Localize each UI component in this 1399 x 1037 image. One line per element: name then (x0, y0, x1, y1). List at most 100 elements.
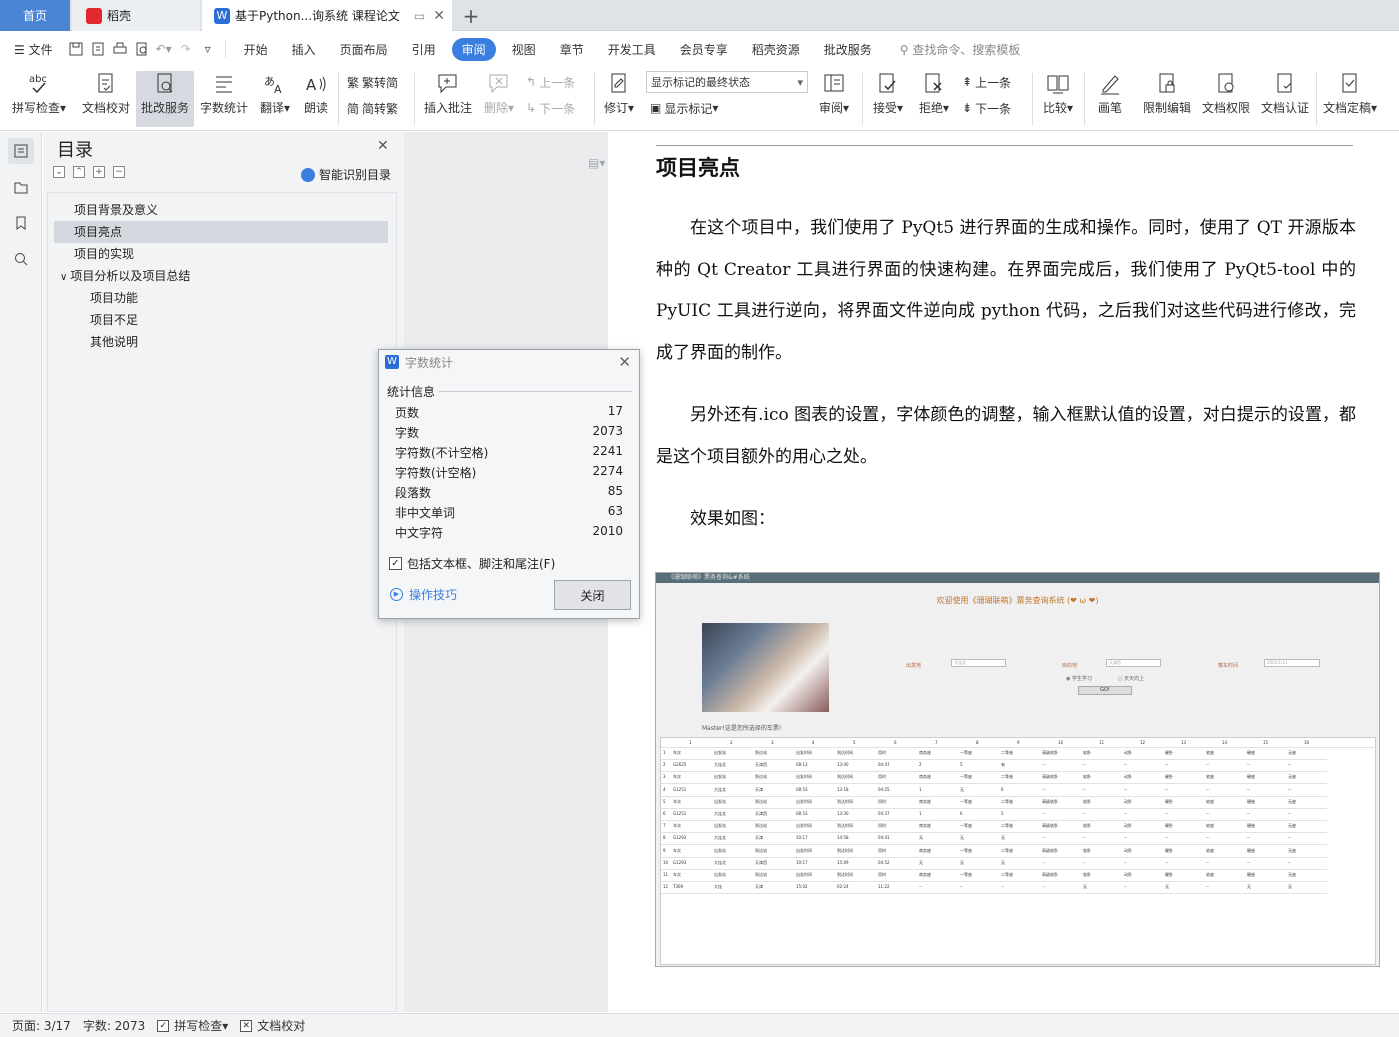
insert-comment-button[interactable]: 插入批注 (422, 71, 474, 127)
toc-item[interactable]: 项目背景及意义 (74, 199, 384, 221)
grid-cell: 02:24 (837, 884, 849, 890)
menu-item-dev-tools[interactable]: 开发工具 (596, 41, 668, 58)
outline-icon[interactable] (8, 138, 34, 164)
page-options-icon[interactable]: ▤▾ (588, 156, 605, 170)
new-tab-button[interactable]: + (458, 0, 484, 31)
close-icon[interactable]: ✕ (377, 138, 389, 154)
tips-link[interactable]: ▶ 操作技巧 (390, 586, 457, 603)
heart-icon: ❤ (1070, 596, 1077, 605)
shot-from-input: 大连北 (951, 659, 1006, 667)
menu-item-start[interactable]: 开始 (232, 41, 280, 58)
stat-row: 中文字符 2010 (395, 524, 623, 544)
collapse-all-icon[interactable]: ⌄ (53, 166, 65, 178)
mark-state-select[interactable]: 显示标记的最终状态 ▾ (646, 71, 808, 93)
export-pdf-icon[interactable] (87, 38, 109, 60)
tab-home[interactable]: 首页 (0, 0, 70, 31)
menu-item-correction[interactable]: 批改服务 (812, 41, 884, 58)
grid-cell: 软座 (1206, 847, 1214, 853)
demote-icon[interactable]: − (113, 166, 125, 178)
grid-cell: 用时 (878, 774, 886, 780)
reject-button[interactable]: 拒绝▾ (914, 71, 954, 127)
command-search[interactable]: ⚲ 查找命令、搜索模板 (900, 41, 1021, 58)
menu-item-layout[interactable]: 页面布局 (328, 41, 400, 58)
redo-icon[interactable]: ↷ (175, 38, 197, 60)
undo-icon[interactable]: ↶▾ (153, 38, 175, 60)
menu-item-member[interactable]: 会员专享 (668, 41, 740, 58)
menu-item-view[interactable]: 视图 (500, 41, 548, 58)
menu-item-daoke-resources[interactable]: 稻壳资源 (740, 41, 812, 58)
prev-comment-button[interactable]: ↰ 上一条 (526, 71, 575, 93)
chevron-down-icon[interactable]: ∨ (60, 272, 67, 283)
chapter-nav-icon[interactable] (8, 174, 34, 200)
word-count-indicator[interactable]: 字数: 2073 (83, 1017, 145, 1034)
toc-item[interactable]: 项目不足 (90, 309, 380, 331)
customize-icon[interactable]: ▿ (197, 38, 219, 60)
grid-cell: 一等座 (960, 774, 972, 780)
close-icon[interactable]: ✕ (618, 353, 631, 371)
print-icon[interactable] (109, 38, 131, 60)
menu-item-chapter[interactable]: 章节 (548, 41, 596, 58)
next-comment-button[interactable]: ↳ 下一条 (526, 97, 575, 119)
expand-all-icon[interactable]: ⌃ (73, 166, 85, 178)
document-finalize-label: 文档定稿▾ (1322, 101, 1378, 115)
grid-cell: 天津 (755, 786, 763, 792)
next-change-button[interactable]: ⇟ 下一条 (962, 97, 1011, 119)
menu-item-review[interactable]: 审阅 (451, 37, 496, 61)
correction-service-button[interactable]: 批改服务 (136, 71, 194, 127)
review-pane-button[interactable]: 审阅▾ (814, 71, 854, 127)
word-count-button[interactable]: 字数统计 (198, 71, 250, 127)
toc-item[interactable]: 项目功能 (90, 287, 380, 309)
restrict-edit-button[interactable]: 限制编辑 (1140, 71, 1194, 127)
spell-check-button[interactable]: abc 拼写检查▾ (8, 71, 70, 127)
menu-bar: ☰ 文件 ↶▾ ↷ ▿ 开始 插入 页面布局 引用 审阅 视图 章节 开发工具 … (0, 31, 1399, 67)
simp-to-trad-button[interactable]: 简简转繁 (347, 97, 398, 119)
accept-button[interactable]: 接受▾ (868, 71, 908, 127)
file-menu[interactable]: ☰ 文件 (0, 41, 65, 58)
grid-cell: 商务座 (919, 872, 931, 877)
grid-cell: 商务座 (919, 750, 931, 755)
document-proof-button[interactable]: 文档校对 (78, 71, 134, 127)
toc-item[interactable]: 项目的实现 (74, 243, 384, 265)
tab-daoke[interactable]: 稻壳 (72, 0, 200, 31)
grid-row-line (661, 807, 1327, 809)
menu-item-insert[interactable]: 插入 (280, 41, 328, 58)
toc-item[interactable]: ∨ 项目分析以及项目总结 (60, 265, 380, 287)
translate-button[interactable]: あA 翻译▾ (256, 71, 294, 127)
pen-button[interactable]: 画笔 (1092, 71, 1128, 127)
toc-item[interactable]: 项目亮点 (54, 221, 388, 243)
grid-cell: 04:37 (878, 811, 890, 816)
checkbox-checked-icon[interactable]: ✓ (389, 557, 402, 570)
delete-comment-button[interactable]: 删除▾ (480, 71, 518, 127)
status-bar: 页面: 3/17 字数: 2073 ✓ 拼写检查 ▾ ✕ 文档校对 (0, 1013, 1399, 1037)
grid-cell: 无 (960, 859, 964, 865)
document-finalize-button[interactable]: 文档定稿▾ (1320, 71, 1380, 127)
toc-item[interactable]: 其他说明 (90, 331, 380, 353)
revise-button[interactable]: 修订▾ (600, 71, 638, 127)
show-marks-button[interactable]: ▣ 显示标记 ▾ (650, 97, 718, 119)
read-aloud-button[interactable]: A 朗读 (300, 71, 332, 127)
document-certify-button[interactable]: 文档认证 (1258, 71, 1312, 127)
grid-cell: 到达时间 (837, 872, 853, 877)
document-permission-button[interactable]: 文档权限 (1200, 71, 1252, 127)
close-button[interactable]: 关闭 (554, 580, 631, 610)
trad-to-simp-button[interactable]: 繁繁转简 (347, 71, 398, 93)
compare-button[interactable]: 比较▾ (1038, 71, 1078, 127)
page-indicator[interactable]: 页面: 3/17 (12, 1017, 71, 1034)
grid-cell: 无 (1247, 884, 1251, 890)
menu-item-reference[interactable]: 引用 (400, 41, 448, 58)
grid-cell: 10:17 (796, 859, 808, 865)
tab-pin-icon[interactable]: ▭ (414, 9, 425, 23)
status-proof[interactable]: ✕ 文档校对 (240, 1017, 305, 1034)
include-textbox-checkbox[interactable]: ✓ 包括文本框、脚注和尾注(F) (389, 555, 555, 572)
tab-close-icon[interactable]: ✕ (433, 8, 445, 24)
bookmark-icon[interactable] (8, 210, 34, 236)
find-icon[interactable] (8, 246, 34, 272)
promote-icon[interactable]: + (93, 166, 105, 178)
prev-change-button[interactable]: ⇞ 上一条 (962, 71, 1011, 93)
print-preview-icon[interactable] (131, 38, 153, 60)
smart-toc-button[interactable]: 智能识别目录 (301, 166, 391, 183)
tab-document[interactable]: W 基于Python...询系统 课程论文 ▭ ✕ (202, 0, 452, 31)
save-icon[interactable] (65, 38, 87, 60)
document-page[interactable]: 项目亮点 在这个项目中，我们使用了 PyQt5 进行界面的生成和操作。同时，使用… (608, 132, 1399, 1012)
status-spell-check[interactable]: ✓ 拼写检查 ▾ (157, 1017, 228, 1034)
